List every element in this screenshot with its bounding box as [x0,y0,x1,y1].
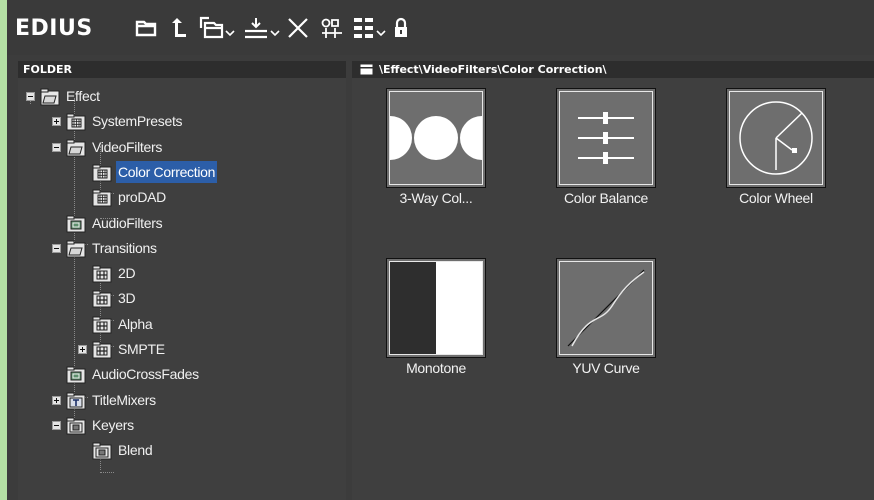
effect-item-label: Color Balance [563,190,649,206]
yuv-curve-icon[interactable] [556,258,656,358]
folder-icon [66,366,86,384]
folder-tree-item[interactable]: 3D [118,287,136,309]
import-icon [245,18,267,39]
copy-button[interactable] [198,14,235,42]
effect-items: 3-Way Col... Color Balance Color Wheel Mono… [352,78,874,500]
effect-item[interactable]: Monotone [352,248,502,376]
folder-tree-item[interactable]: Blend [118,439,153,461]
folder-tree-item[interactable]: VideoFilters [92,136,162,158]
collapse-icon[interactable] [52,142,61,152]
collapse-icon[interactable] [52,420,61,430]
app-logo: EDIUS [15,16,93,41]
effect-item[interactable]: Color Wheel [692,78,842,206]
folder-icon [66,392,86,410]
color-wheel-icon[interactable] [726,88,826,188]
lock-button[interactable] [393,14,409,42]
view-button[interactable] [353,14,386,42]
properties-icon [321,18,342,38]
effect-item[interactable]: YUV Curve [522,248,672,376]
folder-icon [66,215,86,233]
collapse-icon[interactable] [52,243,61,253]
current-path: \Effect\VideoFilters\Color Correction\ [379,63,607,76]
copy-icon [199,16,224,39]
folder-tree-item[interactable]: TitleMixers [92,389,156,411]
folder-icon [40,88,60,106]
folder-tree-item[interactable]: Transitions [92,237,157,259]
folder-tree-item[interactable]: AudioFilters [92,212,163,234]
effect-item-label: 3-Way Col... [399,190,473,206]
effect-item[interactable]: 3-Way Col... [352,78,502,206]
effect-item-label: YUV Curve [572,360,640,376]
path-bar: \Effect\VideoFilters\Color Correction\ [352,61,874,78]
folder-icon [92,189,112,207]
lock-icon [395,17,407,37]
delete-button[interactable] [286,14,310,42]
effect-list-panel: \Effect\VideoFilters\Color Correction\ 3… [352,61,874,500]
folder-tree-item[interactable]: SMPTE [118,338,165,360]
effect-item-label: Monotone [406,360,466,376]
folder-icon [360,64,373,75]
expand-icon[interactable] [78,345,87,354]
folder-icon [66,417,86,435]
folder-tree-item[interactable]: proDAD [118,186,166,208]
folder-icon [92,316,112,334]
view-list-icon [354,18,373,38]
folder-icon [135,20,157,37]
folder-tree-item[interactable]: AudioCrossFades [92,363,199,385]
collapse-icon[interactable] [26,92,35,101]
folder-tree-item[interactable]: SystemPresets [92,110,183,132]
three-way-color-icon[interactable] [386,88,486,188]
folder-tree-item[interactable]: 2D [118,262,136,284]
import-button[interactable] [243,14,280,42]
folder-icon [66,139,86,157]
folder-tree-item[interactable]: Alpha [118,313,153,335]
folder-tree-item[interactable]: Effect [66,85,100,107]
up-arrow-icon [172,18,186,37]
folder-icon [66,113,86,131]
folder-tree-item[interactable]: Color Correction [116,160,218,183]
folder-icon [92,290,112,308]
delete-icon [288,18,308,38]
up-level-button[interactable] [169,14,189,42]
folder-icon [92,341,112,359]
effect-item-label: Color Wheel [739,190,813,206]
folder-tree: Effect SystemPresets VideoFilters Color Cor… [18,78,346,500]
folder-panel: FOLDER Effect SystemPresets VideoFilters Co… [18,61,346,500]
expand-icon[interactable] [52,395,61,405]
chevron-down-icon[interactable] [270,28,280,38]
folder-panel-title: FOLDER [18,61,346,78]
monotone-icon[interactable] [386,258,486,358]
folder-icon [92,442,112,460]
chevron-down-icon[interactable] [376,28,386,38]
folder-icon [92,265,112,283]
properties-button[interactable] [320,14,344,42]
folder-icon [66,240,86,258]
chevron-down-icon[interactable] [225,28,235,38]
color-balance-icon[interactable] [556,88,656,188]
folder-tree-item[interactable]: Keyers [92,414,134,436]
folder-icon [92,164,112,182]
effect-item[interactable]: Color Balance [522,78,672,206]
toolbar: EDIUS [7,0,874,55]
new-folder-button[interactable] [135,14,157,42]
expand-icon[interactable] [52,117,61,127]
edius-window: EDIUS FOLDER Effect SystemPresets VideoF… [7,0,874,500]
